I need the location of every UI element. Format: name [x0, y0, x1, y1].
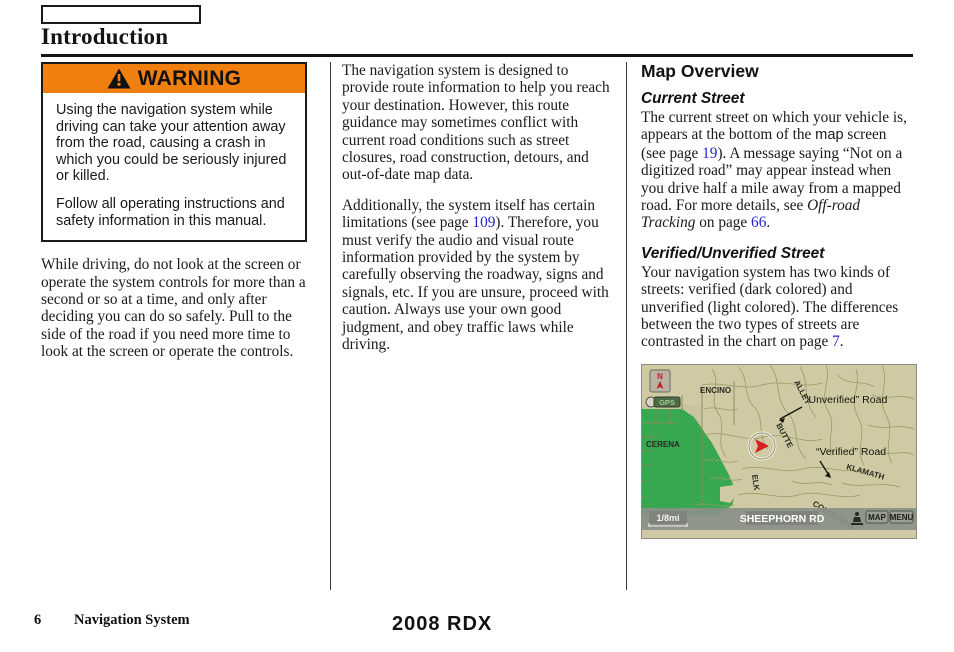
gps-badge: GPS	[645, 396, 681, 408]
vs-part-b: .	[839, 333, 844, 351]
svg-text:“Verified” Road: “Verified” Road	[816, 446, 886, 458]
svg-text:“Unverified” Road: “Unverified” Road	[805, 394, 887, 406]
page-ref-7[interactable]: 7	[832, 333, 840, 350]
column-divider-2	[626, 62, 627, 590]
footer-page-number: 6	[34, 612, 42, 628]
left-column-paragraph: While driving, do not look at the screen…	[41, 256, 306, 361]
footer-section-label: Navigation System	[74, 612, 190, 628]
vs-part-a: Your navigation system has two kinds of …	[641, 263, 899, 351]
warning-paragraph-1: Using the navigation system while drivin…	[56, 102, 287, 185]
navigation-map-figure: N GPS ENCINO CERENA ALLEY BUTTE ELK KLAM…	[641, 363, 917, 539]
header-rule	[41, 54, 913, 57]
svg-text:N: N	[657, 372, 663, 381]
cs-map-word: map	[815, 127, 844, 144]
chapter-tab-box	[41, 5, 201, 24]
current-street-bar: SHEEPHORN RD	[740, 510, 825, 525]
svg-text:GPS: GPS	[659, 398, 675, 407]
warning-box: WARNING Using the navigation system whil…	[41, 62, 307, 243]
verified-street-paragraph: Your navigation system has two kinds of …	[641, 264, 913, 351]
page-title: Introduction	[41, 24, 169, 49]
column-left: WARNING Using the navigation system whil…	[41, 62, 316, 374]
warning-triangle-icon	[107, 68, 131, 89]
navigation-map-image: N GPS ENCINO CERENA ALLEY BUTTE ELK KLAM…	[642, 364, 916, 538]
middle-p2-part-b: ). Therefore, you must verify the audio …	[342, 214, 609, 354]
warning-body: Using the navigation system while drivin…	[43, 93, 305, 240]
page-ref-66[interactable]: 66	[751, 214, 766, 231]
column-right: Map Overview Current Street The current …	[641, 61, 917, 539]
north-arrow-icon: N	[649, 369, 671, 393]
column-middle: The navigation system is designed to pro…	[342, 62, 612, 367]
svg-text:1/8mi: 1/8mi	[656, 513, 679, 523]
subheading-current-street: Current Street	[641, 90, 745, 107]
page-ref-109[interactable]: 109	[472, 214, 495, 231]
cs-part-d: on page	[695, 214, 752, 232]
column-divider-1	[330, 62, 331, 590]
warning-header: WARNING	[43, 64, 305, 93]
svg-text:CERENA: CERENA	[646, 440, 680, 449]
warning-paragraph-2: Follow all operating instructions and sa…	[56, 195, 285, 229]
cs-part-e: .	[766, 214, 771, 232]
warning-label: WARNING	[137, 67, 242, 90]
svg-text:ENCINO: ENCINO	[700, 386, 731, 395]
subheading-verified-unverified-street: Verified/Unverified Street	[641, 244, 825, 262]
middle-paragraph-2: Additionally, the system itself has cert…	[342, 197, 612, 354]
svg-text:MENU: MENU	[890, 513, 914, 522]
section-heading-map-overview: Map Overview	[641, 61, 759, 81]
svg-text:SHEEPHORN RD: SHEEPHORN RD	[740, 513, 825, 525]
map-button: MAP	[865, 510, 889, 524]
middle-paragraph-1: The navigation system is designed to pro…	[342, 62, 610, 184]
footer-model-name: 2008 RDX	[392, 613, 493, 635]
page-ref-19[interactable]: 19	[702, 145, 717, 162]
document-page: Introduction WARNING Using the navigatio…	[0, 0, 954, 652]
current-street-paragraph: The current street on which your vehicle…	[641, 109, 913, 232]
svg-text:MAP: MAP	[868, 513, 886, 522]
menu-button: MENU	[889, 510, 914, 524]
